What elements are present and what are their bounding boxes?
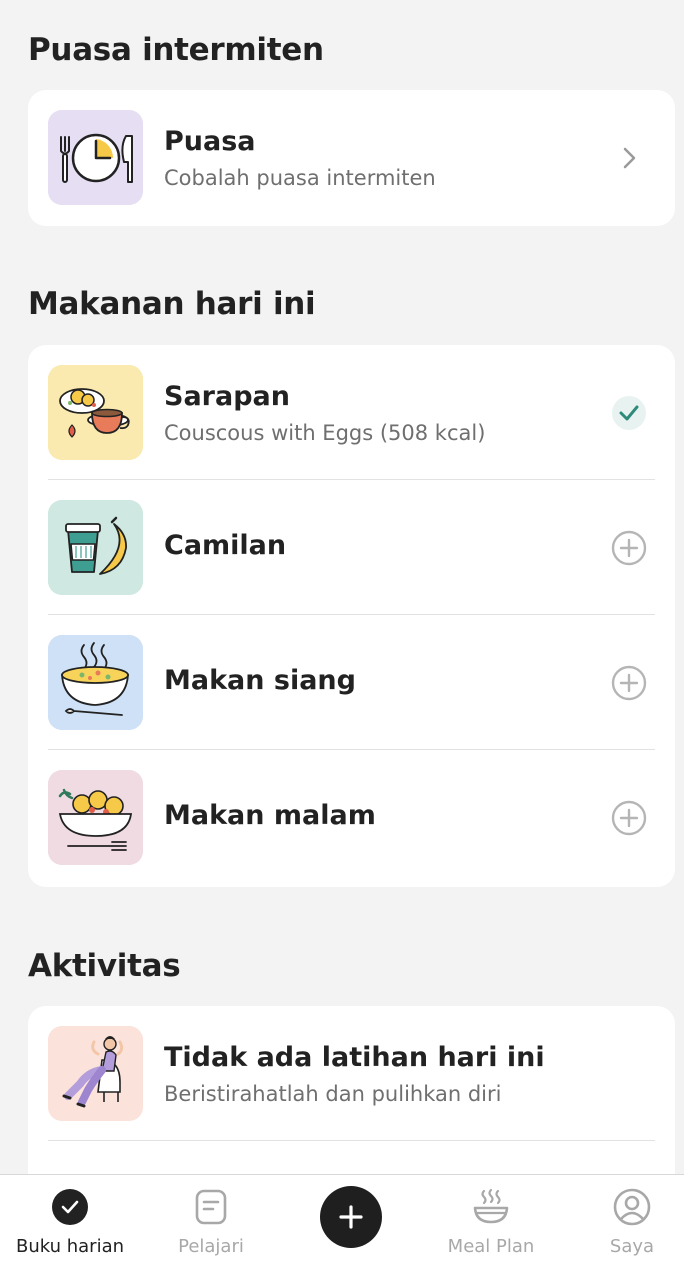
- meal-row-breakfast[interactable]: Sarapan Couscous with Eggs (508 kcal): [48, 345, 655, 480]
- meal-title: Sarapan: [164, 381, 290, 412]
- meal-row-lunch[interactable]: Makan siang: [48, 615, 655, 750]
- check-icon[interactable]: [611, 395, 647, 431]
- nav-item-meal-plan[interactable]: Meal Plan: [423, 1175, 559, 1280]
- meals-section-title: Makanan hari ini: [28, 286, 316, 322]
- diary-check-icon: [50, 1187, 90, 1227]
- meal-row-snack[interactable]: Camilan: [48, 480, 655, 615]
- chevron-right-icon: [611, 140, 647, 176]
- plus-icon: [339, 1205, 363, 1229]
- fasting-title: Puasa: [164, 126, 256, 157]
- add-button[interactable]: [320, 1186, 382, 1248]
- nav-label: Saya: [609, 1236, 655, 1257]
- meal-row-dinner[interactable]: Makan malam: [48, 750, 655, 885]
- meal-title: Makan malam: [164, 800, 376, 831]
- bottom-nav: Buku harian Pelajari Meal Plan Saya: [0, 1174, 684, 1280]
- fasting-card[interactable]: Puasa Cobalah puasa intermiten: [28, 90, 675, 226]
- nav-label: Buku harian: [15, 1236, 125, 1257]
- nav-label: Meal Plan: [447, 1236, 535, 1257]
- learn-note-icon: [191, 1187, 231, 1227]
- activity-row[interactable]: Tidak ada latihan hari ini Beristirahatl…: [48, 1006, 655, 1141]
- add-circle-icon[interactable]: [611, 530, 647, 566]
- activity-title: Tidak ada latihan hari ini: [164, 1042, 545, 1073]
- fasting-subtitle: Cobalah puasa intermiten: [164, 166, 436, 190]
- nav-label: Pelajari: [178, 1236, 244, 1257]
- resting-person-icon: [48, 1026, 143, 1121]
- activity-subtitle: Beristirahatlah dan pulihkan diri: [164, 1082, 502, 1106]
- meals-card: Sarapan Couscous with Eggs (508 kcal) Ca…: [28, 345, 675, 887]
- meal-title: Makan siang: [164, 665, 356, 696]
- steaming-bowl-icon: [471, 1187, 511, 1227]
- clock-cutlery-icon: [48, 110, 143, 205]
- nav-item-diary[interactable]: Buku harian: [2, 1175, 138, 1280]
- nav-item-learn[interactable]: Pelajari: [143, 1175, 279, 1280]
- meal-subtitle: Couscous with Eggs (508 kcal): [164, 421, 486, 445]
- dinner-icon: [48, 770, 143, 865]
- add-circle-icon[interactable]: [611, 665, 647, 701]
- breakfast-icon: [48, 365, 143, 460]
- snack-icon: [48, 500, 143, 595]
- lunch-icon: [48, 635, 143, 730]
- nav-item-profile[interactable]: Saya: [564, 1175, 684, 1280]
- fasting-row[interactable]: Puasa Cobalah puasa intermiten: [48, 90, 655, 225]
- activity-section-title: Aktivitas: [28, 948, 181, 984]
- profile-icon: [612, 1187, 652, 1227]
- add-circle-icon[interactable]: [611, 800, 647, 836]
- fasting-section-title: Puasa intermiten: [28, 32, 324, 68]
- meal-title: Camilan: [164, 530, 287, 561]
